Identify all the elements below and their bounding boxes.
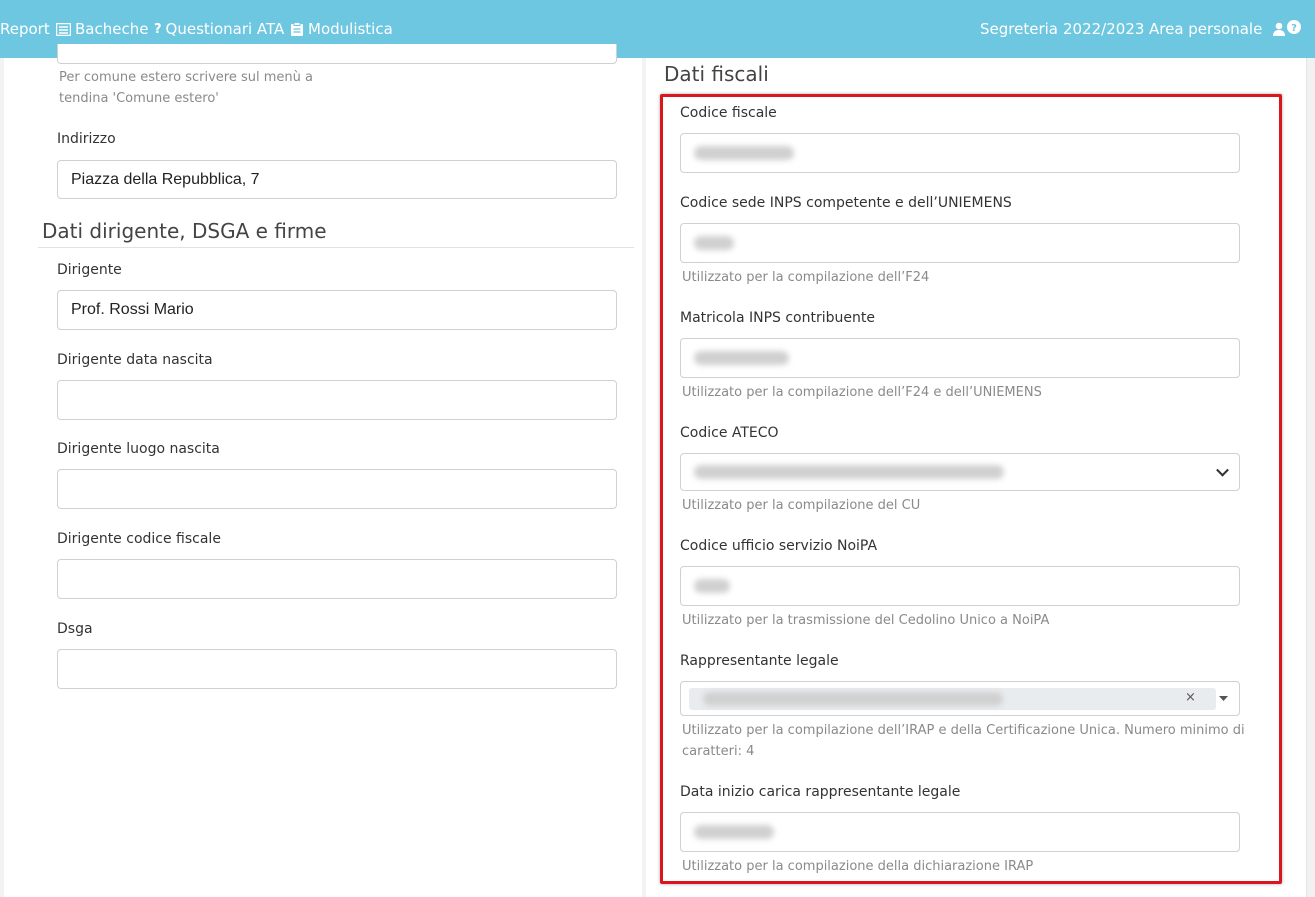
codice-sede-inps-help: Utilizzato per la compilazione dell’F24 — [682, 270, 930, 285]
indirizzo-input[interactable]: Piazza della Repubblica, 7 — [57, 160, 617, 199]
codice-sede-inps-label: Codice sede INPS competente e dell’UNIEM… — [680, 195, 1012, 211]
nav-segreteria[interactable]: Segreteria — [980, 20, 1058, 38]
nav-questionari-ata[interactable]: ? Questionari ATA — [154, 20, 284, 38]
dirigente-label: Dirigente — [57, 262, 122, 278]
rappresentante-legale-select[interactable]: × — [680, 681, 1240, 716]
redacted-value — [694, 465, 1004, 479]
section-title-dati-fiscali: Dati fiscali — [664, 62, 769, 86]
codice-ufficio-noipa-label: Codice ufficio servizio NoiPA — [680, 538, 878, 554]
dirigente-data-nascita-input[interactable] — [57, 380, 617, 420]
dsga-input[interactable] — [57, 649, 617, 689]
nav-modulistica[interactable]: Modulistica — [290, 20, 393, 38]
caret-down-icon[interactable] — [1219, 696, 1228, 702]
codice-fiscale-input[interactable] — [680, 133, 1240, 173]
redacted-value — [694, 825, 774, 839]
dirigente-codice-fiscale-label: Dirigente codice fiscale — [57, 531, 221, 547]
board-icon — [56, 22, 71, 36]
rappresentante-legale-help-2: caratteri: 4 — [682, 744, 755, 759]
indirizzo-value: Piazza della Repubblica, 7 — [71, 170, 260, 188]
nav-report[interactable]: Report — [0, 20, 50, 38]
user-icon — [1273, 22, 1286, 36]
dirigente-data-nascita-label: Dirigente data nascita — [57, 352, 213, 368]
redacted-value — [694, 579, 730, 593]
codice-ateco-select[interactable] — [680, 453, 1240, 491]
clear-selection-button[interactable]: × — [1185, 690, 1196, 705]
redacted-value — [694, 236, 734, 250]
dirigente-codice-fiscale-input[interactable] — [57, 559, 617, 599]
nav-area-personale-label: Area personale — [1149, 20, 1263, 38]
codice-ufficio-noipa-input[interactable] — [680, 566, 1240, 606]
redacted-value — [694, 146, 794, 160]
codice-sede-inps-input[interactable] — [680, 223, 1240, 263]
comune-help-text-2: tendina 'Comune estero' — [59, 91, 219, 106]
nav-bacheche[interactable]: Bacheche — [56, 20, 148, 38]
nav-year-label: 2022/2023 — [1063, 20, 1145, 38]
help-circle-icon: ? — [1287, 20, 1301, 34]
nav-year[interactable]: 2022/2023 — [1063, 20, 1144, 38]
codice-ateco-help: Utilizzato per la compilazione del CU — [682, 498, 921, 513]
data-inizio-carica-input[interactable] — [680, 812, 1240, 852]
rappresentante-legale-help: Utilizzato per la compilazione dell’IRAP… — [682, 723, 1245, 738]
nav-bacheche-label: Bacheche — [75, 20, 149, 38]
data-inizio-carica-label: Data inizio carica rappresentante legale — [680, 784, 961, 800]
codice-ateco-label: Codice ATECO — [680, 425, 779, 441]
comune-input[interactable] — [57, 44, 617, 64]
dirigente-value: Prof. Rossi Mario — [71, 301, 194, 318]
nav-report-label: Report — [0, 20, 50, 38]
help-button[interactable]: ? — [1287, 20, 1301, 34]
redacted-value — [694, 351, 789, 365]
dirigente-luogo-nascita-label: Dirigente luogo nascita — [57, 441, 220, 457]
dirigente-input[interactable]: Prof. Rossi Mario — [57, 290, 617, 330]
nav-segreteria-label: Segreteria — [980, 20, 1058, 38]
indirizzo-label: Indirizzo — [57, 131, 116, 147]
forms-icon — [291, 21, 303, 36]
codice-fiscale-label: Codice fiscale — [680, 105, 777, 121]
section-divider — [38, 247, 634, 248]
nav-modulistica-label: Modulistica — [308, 20, 393, 38]
matricola-inps-input[interactable] — [680, 338, 1240, 378]
svg-text:?: ? — [1291, 23, 1297, 34]
page-scrollbar[interactable] — [1306, 58, 1315, 897]
redacted-value — [703, 692, 1003, 706]
dirigente-luogo-nascita-input[interactable] — [57, 469, 617, 509]
question-icon: ? — [154, 21, 162, 37]
nav-area-personale[interactable]: Area personale — [1149, 20, 1286, 38]
dsga-label: Dsga — [57, 621, 93, 637]
data-inizio-carica-help: Utilizzato per la compilazione della dic… — [682, 859, 1034, 874]
chevron-down-icon — [1216, 463, 1229, 477]
nav-questionari-label: Questionari ATA — [165, 20, 285, 38]
selected-tag — [689, 688, 1216, 710]
section-title-dirigente: Dati dirigente, DSGA e firme — [42, 219, 327, 243]
codice-ufficio-noipa-help: Utilizzato per la trasmissione del Cedol… — [682, 613, 1050, 628]
matricola-inps-label: Matricola INPS contribuente — [680, 310, 875, 326]
comune-help-text: Per comune estero scrivere sul menù a — [59, 70, 313, 85]
matricola-inps-help: Utilizzato per la compilazione dell’F24 … — [682, 385, 1042, 400]
rappresentante-legale-label: Rappresentante legale — [680, 653, 839, 669]
